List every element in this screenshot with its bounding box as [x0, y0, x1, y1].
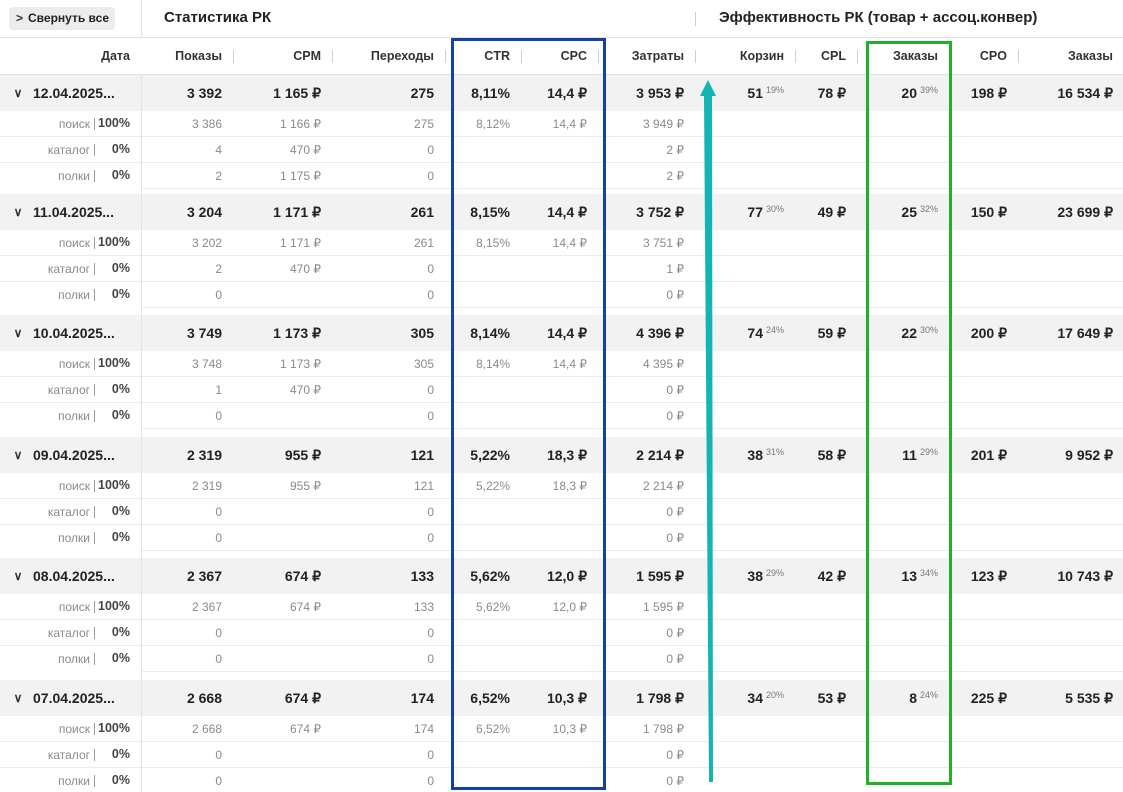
- up-arrow-icon: [700, 80, 716, 782]
- annotation-arrow: [700, 80, 716, 782]
